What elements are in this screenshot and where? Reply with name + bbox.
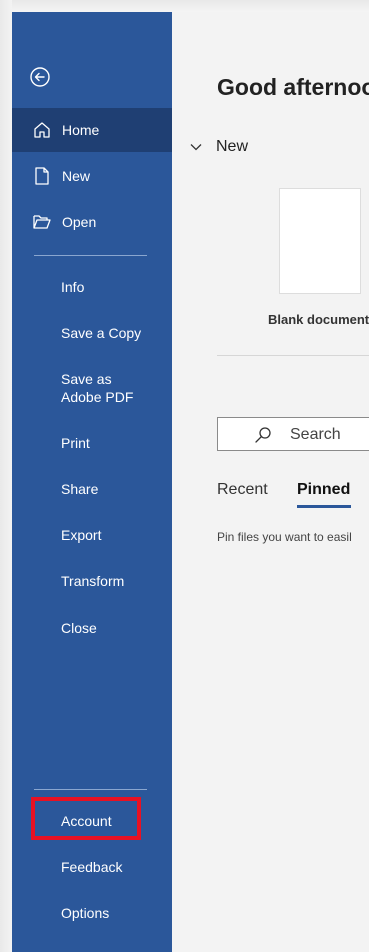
template-label: Blank document	[268, 312, 369, 327]
sidebar-item-save-a-copy[interactable]: Save a Copy	[61, 324, 151, 342]
sidebar-item-export[interactable]: Export	[61, 526, 151, 544]
active-tab-indicator	[297, 505, 351, 508]
search-input[interactable]: Search	[217, 417, 369, 451]
sidebar-item-save-as-adobe-pdf[interactable]: Save as Adobe PDF	[61, 370, 151, 406]
sidebar-item-feedback[interactable]: Feedback	[61, 858, 151, 876]
sidebar-item-transform[interactable]: Transform	[61, 572, 151, 590]
section-divider	[217, 355, 369, 356]
sidebar-item-label: Home	[62, 122, 100, 138]
sidebar-item-options[interactable]: Options	[61, 904, 151, 922]
pinned-empty-message: Pin files you want to easil	[217, 530, 352, 544]
window-shadow-top	[0, 0, 369, 12]
tab-recent[interactable]: Recent	[217, 481, 268, 499]
tab-pinned[interactable]: Pinned	[297, 481, 350, 499]
new-document-icon	[32, 166, 52, 186]
sidebar-item-home[interactable]: Home	[12, 108, 172, 152]
sidebar-item-print[interactable]: Print	[61, 434, 151, 452]
blank-document-template[interactable]	[279, 188, 361, 294]
search-placeholder: Search	[290, 426, 341, 443]
sidebar-item-new[interactable]: New	[12, 154, 172, 198]
main-content: Good afternoo New Blank document Search …	[172, 12, 369, 952]
section-label: New	[216, 138, 249, 155]
sidebar-item-share[interactable]: Share	[61, 480, 151, 498]
sidebar-item-close[interactable]: Close	[61, 619, 151, 637]
sidebar-item-label: New	[62, 168, 91, 184]
search-icon	[255, 427, 271, 443]
sidebar-item-open[interactable]: Open	[12, 200, 172, 244]
sidebar-item-info[interactable]: Info	[61, 278, 151, 296]
home-icon	[32, 120, 52, 140]
sidebar-divider	[34, 255, 147, 256]
window-shadow-left	[0, 0, 12, 952]
new-section-toggle[interactable]: New	[190, 138, 248, 156]
folder-open-icon	[32, 212, 52, 232]
back-arrow-icon[interactable]	[30, 67, 50, 87]
page-title: Good afternoo	[217, 74, 369, 100]
chevron-down-icon	[190, 144, 202, 151]
sidebar-divider	[34, 789, 147, 790]
sidebar-item-label: Open	[62, 214, 97, 230]
sidebar-item-account[interactable]: Account	[61, 812, 151, 830]
